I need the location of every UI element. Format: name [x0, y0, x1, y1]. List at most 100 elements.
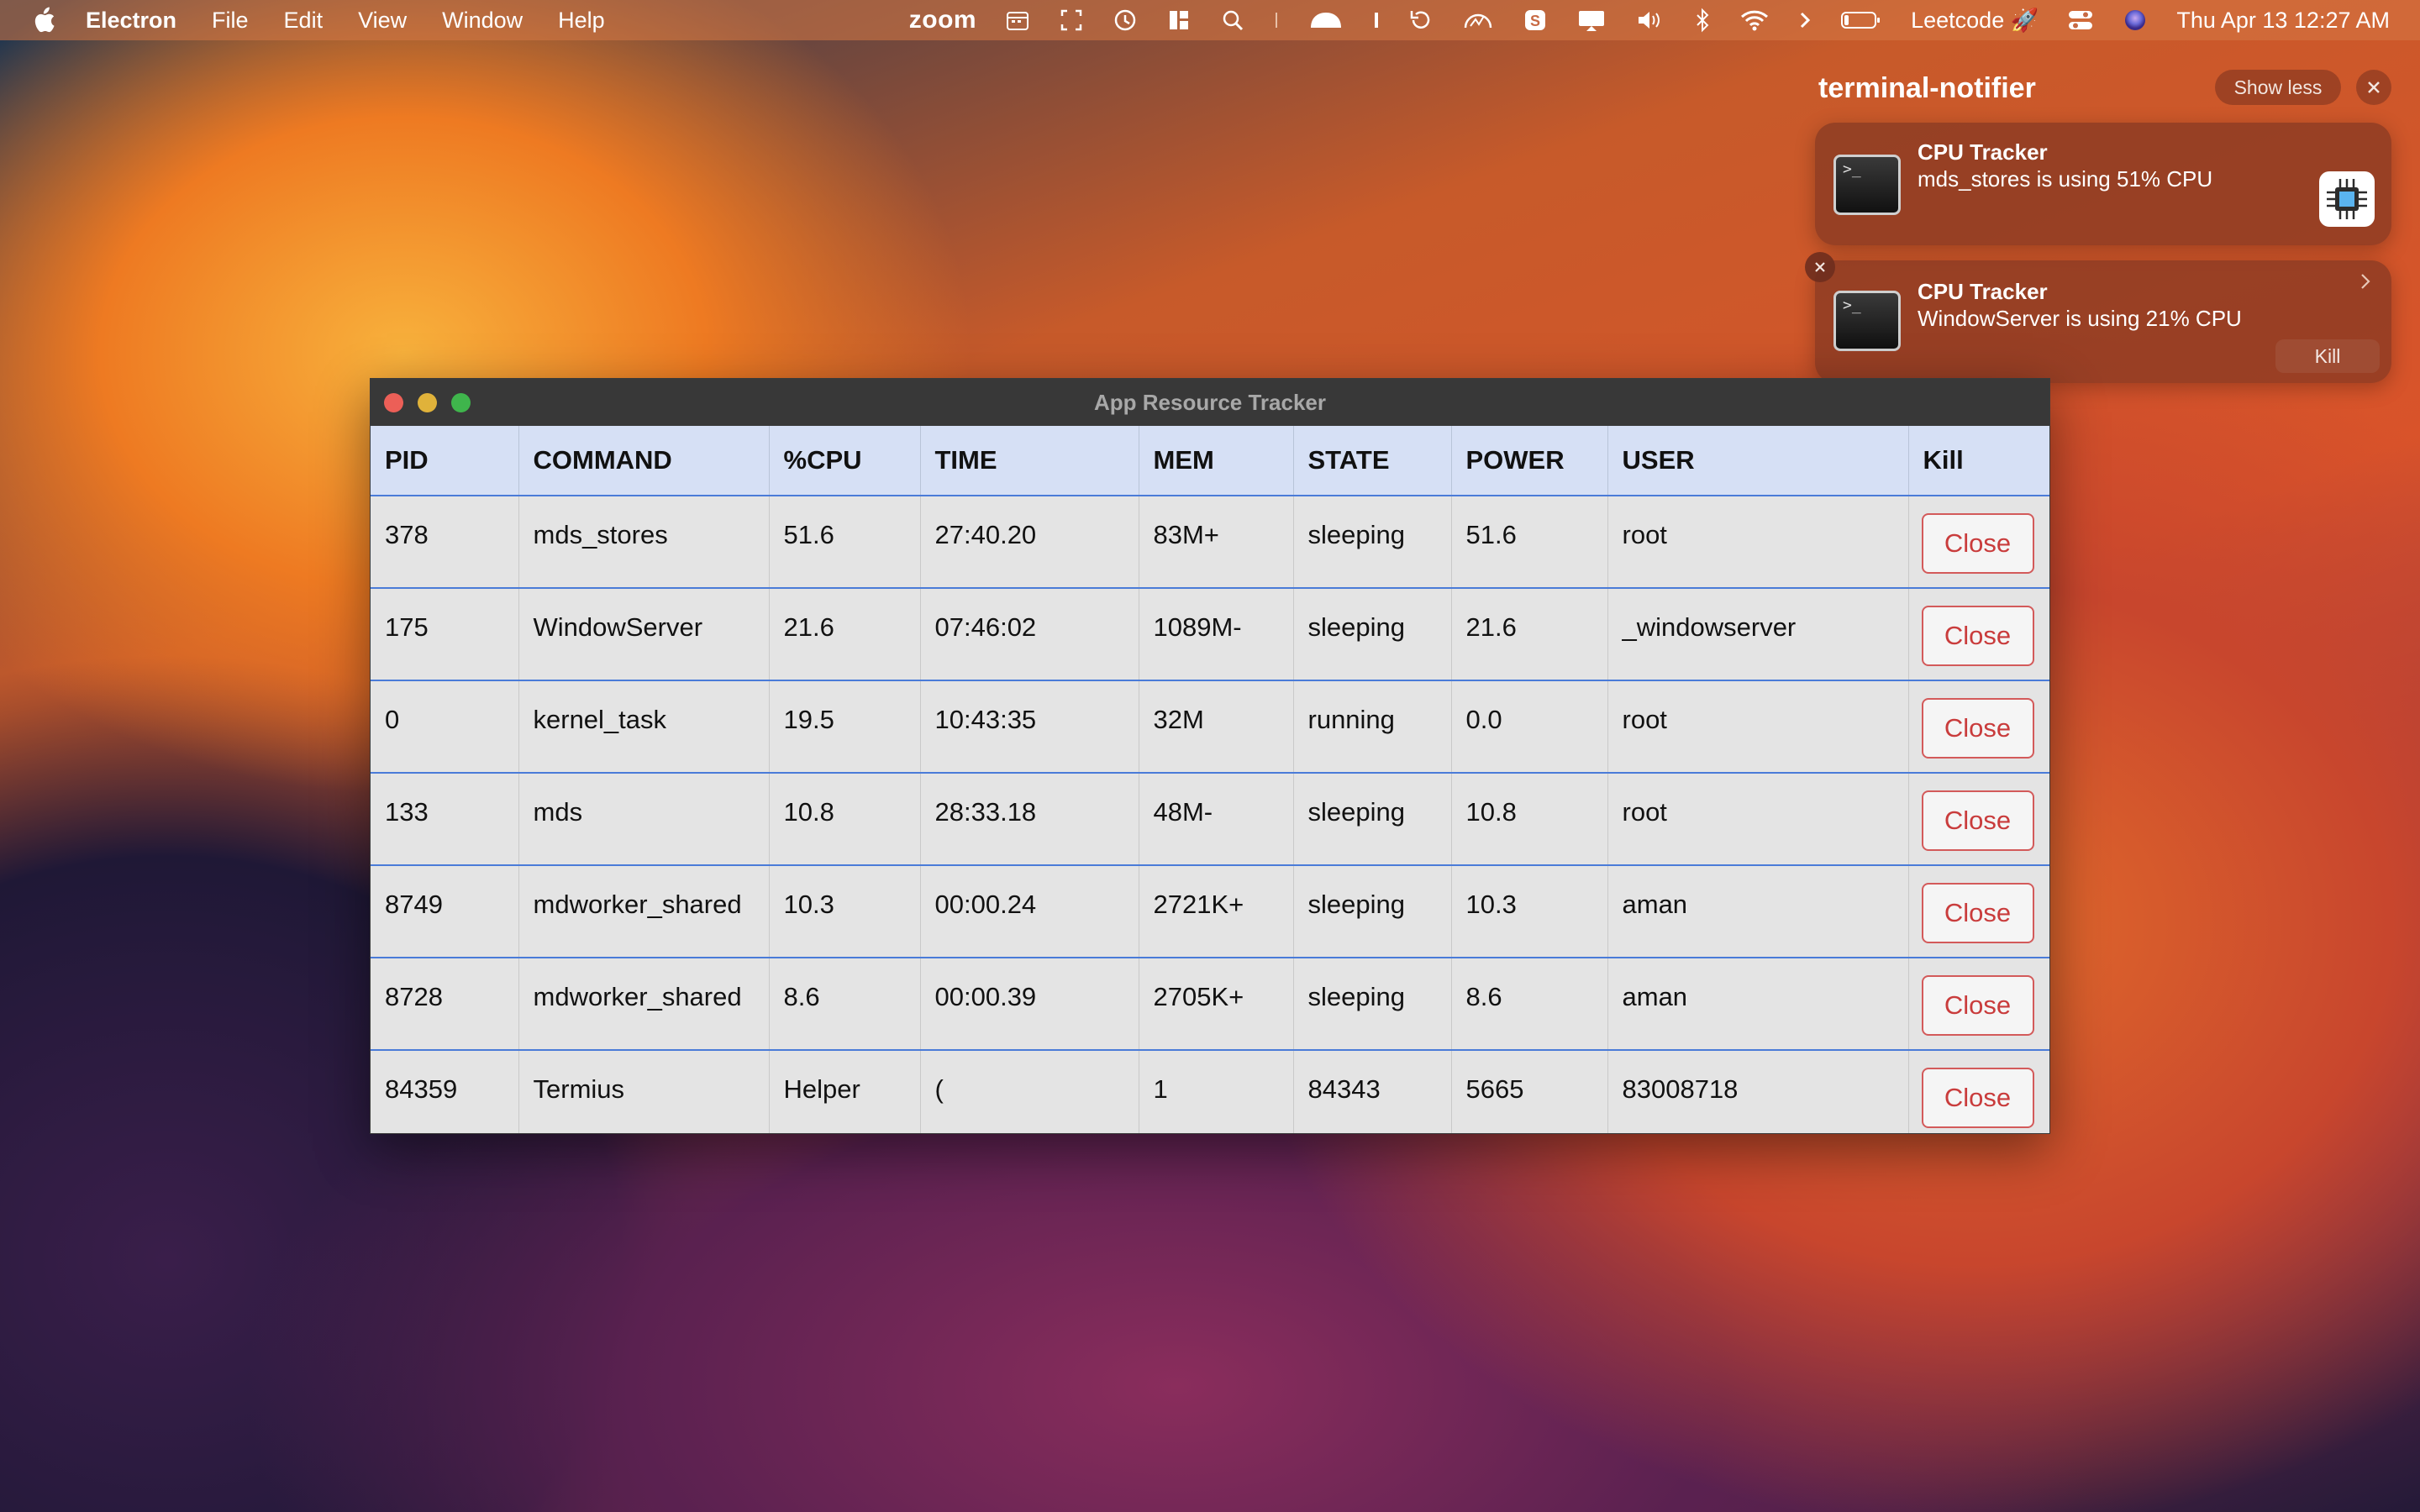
- search-icon[interactable]: [1220, 8, 1245, 33]
- fullscreen-icon[interactable]: [1059, 8, 1084, 33]
- notification-body: mds_stores is using 51% CPU: [1918, 166, 2213, 192]
- column-header-mem: MEM: [1139, 426, 1294, 496]
- gauge-icon[interactable]: [1462, 8, 1494, 33]
- cell-power: 0.0: [1451, 680, 1608, 774]
- cell-state: sleeping: [1293, 958, 1452, 1051]
- notification-body: WindowServer is using 21% CPU: [1918, 306, 2242, 331]
- close-process-button[interactable]: Close: [1921, 883, 2034, 943]
- apple-icon[interactable]: [30, 7, 57, 34]
- menu-help[interactable]: Help: [558, 8, 605, 34]
- cell-time: 27:40.20: [920, 496, 1139, 589]
- refresh-icon[interactable]: [1408, 8, 1434, 33]
- cell-mem: 1089M-: [1139, 588, 1294, 681]
- close-icon[interactable]: [1805, 252, 1835, 282]
- column-header-cpu: %CPU: [769, 426, 921, 496]
- menu-edit[interactable]: Edit: [284, 8, 324, 34]
- notification-card[interactable]: >_ CPU Tracker WindowServer is using 21%…: [1805, 252, 2391, 383]
- skype-icon[interactable]: S: [1523, 8, 1548, 33]
- table-row: 8749 mdworker_shared 10.3 00:00.24 2721K…: [371, 865, 2049, 958]
- cell-time: 00:00.24: [920, 865, 1139, 958]
- close-process-button[interactable]: Close: [1921, 698, 2034, 759]
- cell-cpu: 10.8: [769, 773, 921, 866]
- cell-cpu: 19.5: [769, 680, 921, 774]
- window-titlebar[interactable]: App Resource Tracker: [371, 379, 2049, 426]
- menu-file[interactable]: File: [212, 8, 249, 34]
- menu-bar-left: Electron File Edit View Window Help: [0, 0, 640, 40]
- history-icon[interactable]: [1113, 8, 1138, 33]
- terminal-app-icon: >_: [1833, 291, 1901, 351]
- app-window: App Resource Tracker PID COMMAND %CPU TI…: [370, 378, 2050, 1134]
- cell-user: root: [1607, 773, 1909, 866]
- cell-state: 84343: [1293, 1050, 1452, 1133]
- table-row: 175 WindowServer 21.6 07:46:02 1089M- sl…: [371, 588, 2049, 681]
- cell-kill: Close: [1908, 680, 2049, 774]
- cell-time: 28:33.18: [920, 773, 1139, 866]
- column-header-power: POWER: [1451, 426, 1608, 496]
- close-process-button[interactable]: Close: [1921, 513, 2034, 574]
- close-process-button[interactable]: Close: [1921, 606, 2034, 666]
- notification-title: CPU Tracker: [1918, 139, 2048, 165]
- cell-pid: 0: [371, 680, 519, 774]
- control-center-icon[interactable]: [2067, 8, 2094, 33]
- close-process-button[interactable]: Close: [1921, 975, 2034, 1036]
- bluetooth-icon[interactable]: [1694, 8, 1711, 33]
- menu-window[interactable]: Window: [442, 8, 523, 34]
- cell-pid: 8749: [371, 865, 519, 958]
- table-row: 84359 Termius Helper ( 1 84343 5665 8300…: [371, 1050, 2049, 1133]
- cell-user: root: [1607, 496, 1909, 589]
- cell-user: aman: [1607, 865, 1909, 958]
- cell-command: Termius: [518, 1050, 770, 1133]
- cell-pid: 378: [371, 496, 519, 589]
- column-header-command: COMMAND: [518, 426, 770, 496]
- app-name[interactable]: Electron: [86, 8, 176, 34]
- cell-user: _windowserver: [1607, 588, 1909, 681]
- cell-user: aman: [1607, 958, 1909, 1051]
- cell-pid: 8728: [371, 958, 519, 1051]
- notification-title: CPU Tracker: [1918, 279, 2048, 304]
- cell-cpu: 10.3: [769, 865, 921, 958]
- close-process-button[interactable]: Close: [1921, 1068, 2034, 1128]
- cell-mem: 83M+: [1139, 496, 1294, 589]
- display-icon[interactable]: [1576, 8, 1607, 33]
- battery-icon[interactable]: [1840, 8, 1882, 33]
- cell-pid: 175: [371, 588, 519, 681]
- cell-kill: Close: [1908, 1050, 2049, 1133]
- cell-cpu: 8.6: [769, 958, 921, 1051]
- cell-pid: 84359: [371, 1050, 519, 1133]
- notification-group-title: terminal-notifier: [1818, 72, 2036, 104]
- cell-mem: 2721K+: [1139, 865, 1294, 958]
- cell-user: root: [1607, 680, 1909, 774]
- helmet-icon[interactable]: [1307, 8, 1344, 33]
- divider-icon: [1274, 8, 1279, 33]
- layout-icon[interactable]: [1166, 8, 1192, 33]
- wifi-icon[interactable]: [1739, 8, 1770, 33]
- status-label[interactable]: Leetcode 🚀: [1911, 7, 2039, 34]
- calendar-icon[interactable]: [1005, 8, 1030, 33]
- siri-icon[interactable]: [2123, 8, 2148, 33]
- volume-icon[interactable]: [1635, 8, 1665, 33]
- column-header-kill: Kill: [1908, 426, 2049, 496]
- chevron-right-icon[interactable]: [2360, 272, 2371, 295]
- cursor-icon[interactable]: [1373, 8, 1380, 33]
- column-header-state: STATE: [1293, 426, 1452, 496]
- cell-mem: 2705K+: [1139, 958, 1294, 1051]
- cell-power: 10.3: [1451, 865, 1608, 958]
- table-header-row: PID COMMAND %CPU TIME MEM STATE POWER US…: [371, 426, 2049, 496]
- cell-cpu: 51.6: [769, 496, 921, 589]
- menu-bar-right: zoom S Leetcode 🚀 Thu Apr 13 12:27 AM: [881, 0, 2390, 40]
- cell-command: WindowServer: [518, 588, 770, 681]
- menu-view[interactable]: View: [358, 8, 407, 34]
- cell-state: sleeping: [1293, 496, 1452, 589]
- notification-card[interactable]: >_ CPU Tracker mds_stores is using 51% C…: [1815, 123, 2391, 245]
- chevron-right-icon[interactable]: [1798, 8, 1812, 33]
- close-icon[interactable]: [2356, 70, 2391, 105]
- cell-power: 51.6: [1451, 496, 1608, 589]
- kill-button[interactable]: Kill: [2275, 339, 2380, 373]
- zoom-status-item[interactable]: zoom: [909, 6, 976, 34]
- cell-power: 5665: [1451, 1050, 1608, 1133]
- clock[interactable]: Thu Apr 13 12:27 AM: [2176, 8, 2390, 34]
- cell-command: mds: [518, 773, 770, 866]
- close-process-button[interactable]: Close: [1921, 790, 2034, 851]
- show-less-button[interactable]: Show less: [2215, 70, 2341, 105]
- cell-time: 00:00.39: [920, 958, 1139, 1051]
